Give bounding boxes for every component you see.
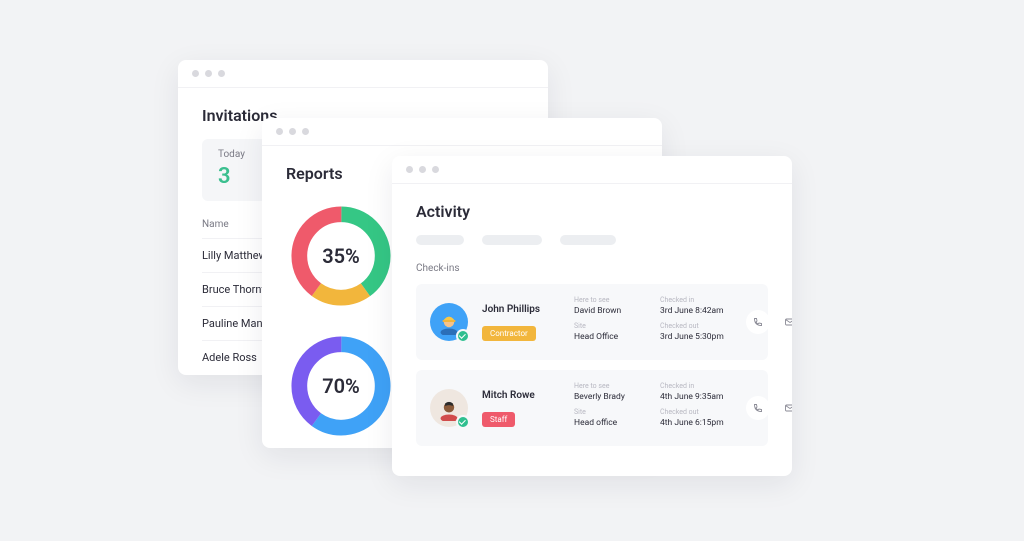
window-dot — [419, 166, 426, 173]
donut-chart: 70% — [286, 331, 396, 441]
window-titlebar — [392, 156, 792, 184]
check-badge-icon — [456, 415, 470, 429]
window-dot — [406, 166, 413, 173]
window-dot — [289, 128, 296, 135]
site-label: Site — [574, 322, 646, 330]
email-button[interactable] — [778, 396, 792, 420]
window-dot — [432, 166, 439, 173]
checked-in-value: 4th June 9:35am — [660, 392, 732, 402]
role-badge: Contractor — [482, 326, 536, 341]
window-dot — [218, 70, 225, 77]
window-titlebar — [262, 118, 662, 146]
checkin-row: John Phillips Contractor Here to see Dav… — [416, 284, 768, 360]
donut-center-label: 70% — [322, 374, 360, 398]
tab-placeholder[interactable] — [482, 235, 542, 245]
window-dot — [192, 70, 199, 77]
window-dot — [276, 128, 283, 135]
donut-center-label: 35% — [322, 244, 360, 268]
checked-out-label: Checked out — [660, 408, 732, 416]
call-button[interactable] — [746, 396, 770, 420]
person-name: Mitch Rowe — [482, 390, 560, 401]
window-dot — [302, 128, 309, 135]
here-to-see-label: Here to see — [574, 296, 646, 304]
email-button[interactable] — [778, 310, 792, 334]
person-name: John Phillips — [482, 304, 560, 315]
checked-in-label: Checked in — [660, 382, 732, 390]
checkins-section-label: Check-ins — [416, 263, 768, 274]
here-to-see-value: David Brown — [574, 306, 646, 316]
activity-window: Activity Check-ins John Phillips Contrac… — [392, 156, 792, 476]
checked-out-label: Checked out — [660, 322, 732, 330]
tab-placeholder[interactable] — [416, 235, 464, 245]
checked-in-value: 3rd June 8:42am — [660, 306, 732, 316]
tabs-row — [416, 235, 768, 245]
avatar — [430, 303, 468, 341]
role-badge: Staff — [482, 412, 515, 427]
site-value: Head office — [574, 418, 646, 428]
activity-title: Activity — [416, 202, 768, 221]
checked-out-value: 3rd June 5:30pm — [660, 332, 732, 342]
here-to-see-value: Beverly Brady — [574, 392, 646, 402]
checkin-row: Mitch Rowe Staff Here to see Beverly Bra… — [416, 370, 768, 446]
checked-out-value: 4th June 6:15pm — [660, 418, 732, 428]
site-value: Head Office — [574, 332, 646, 342]
avatar — [430, 389, 468, 427]
donut-chart: 35% — [286, 201, 396, 311]
here-to-see-label: Here to see — [574, 382, 646, 390]
window-titlebar — [178, 60, 548, 88]
check-badge-icon — [456, 329, 470, 343]
tab-placeholder[interactable] — [560, 235, 616, 245]
site-label: Site — [574, 408, 646, 416]
window-dot — [205, 70, 212, 77]
call-button[interactable] — [746, 310, 770, 334]
checked-in-label: Checked in — [660, 296, 732, 304]
